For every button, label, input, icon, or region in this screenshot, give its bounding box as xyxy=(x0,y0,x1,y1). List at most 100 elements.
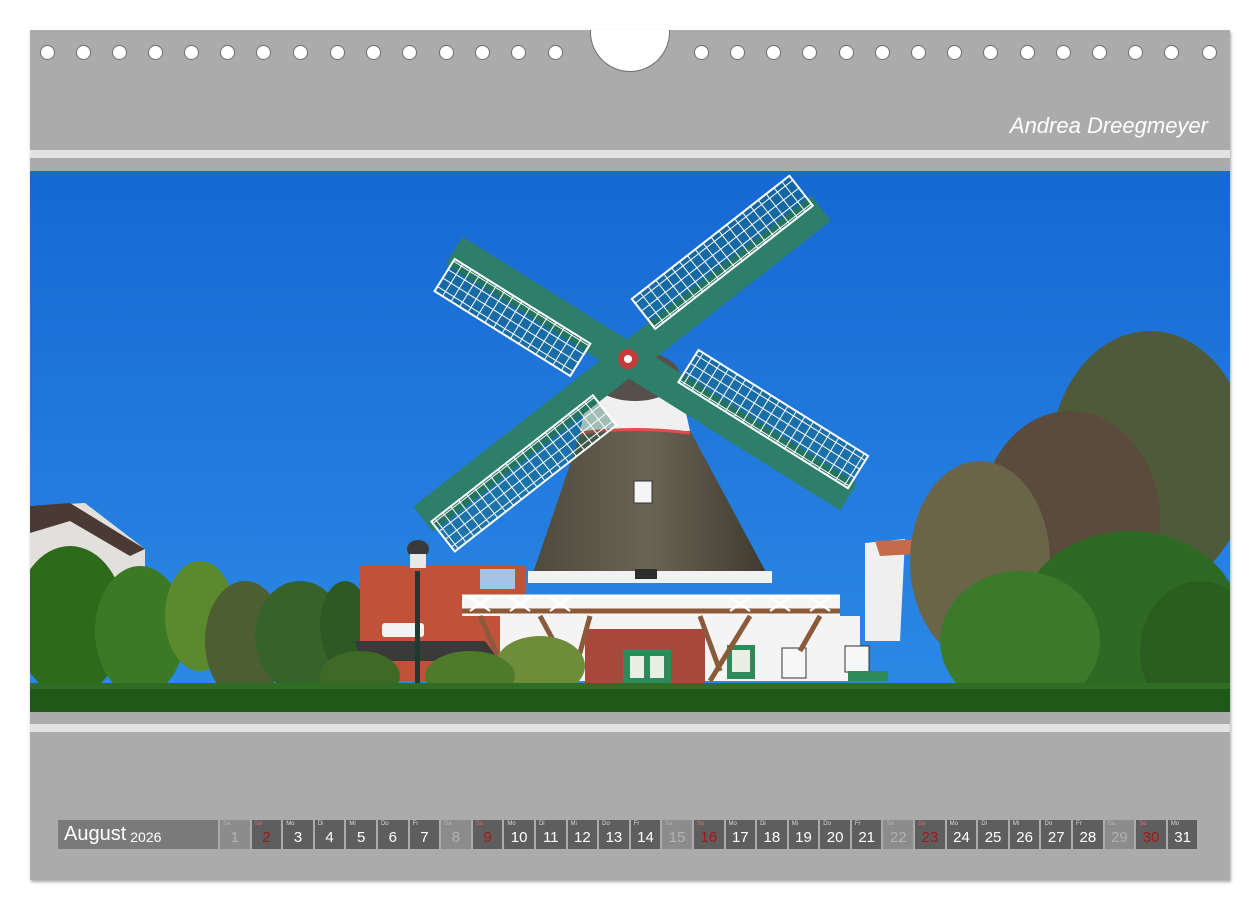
weekday-label: So xyxy=(254,821,262,827)
calendar-day: Mi 19 xyxy=(788,820,819,849)
binding-hole xyxy=(1128,45,1143,60)
calendar-day: Mi 5 xyxy=(346,820,376,849)
binding-hole xyxy=(366,45,381,60)
calendar-day: Fr 14 xyxy=(630,820,661,849)
binding-hole xyxy=(1056,45,1071,60)
weekday-label: Sa xyxy=(665,821,673,827)
day-number: 4 xyxy=(325,829,334,846)
calendar-day: Do 20 xyxy=(820,820,850,849)
weekday-label: Mi xyxy=(570,821,577,827)
binding-hole xyxy=(220,45,235,60)
binding-hole xyxy=(256,45,271,60)
weekday-label: Sa xyxy=(886,821,894,827)
weekday-label: Mi xyxy=(791,821,799,827)
day-number: 27 xyxy=(1047,829,1065,846)
day-cells: Sa 1 So 2 Mo 3 Di 4 Mi 5 Do 6 Fr 7 Sa 8 So 9 Mo 10 Di 11 Mi 12 D… xyxy=(220,820,1199,849)
day-number: 25 xyxy=(984,829,1002,846)
day-number: 21 xyxy=(858,829,876,846)
day-number: 7 xyxy=(420,829,429,846)
weekday-label: Do xyxy=(1044,821,1053,827)
weekday-label: Fr xyxy=(633,821,640,827)
day-number: 11 xyxy=(542,829,559,846)
weekday-label: Fr xyxy=(412,821,419,827)
binding-hole xyxy=(730,45,745,60)
weekday-label: Di xyxy=(538,821,545,827)
day-number: 3 xyxy=(293,829,303,846)
binding-hole xyxy=(76,45,91,60)
weekday-label: So xyxy=(1139,821,1147,827)
day-number: 20 xyxy=(826,829,844,846)
day-number: 22 xyxy=(889,829,907,846)
binding-hole xyxy=(439,45,454,60)
weekday-label: Do xyxy=(823,821,831,827)
binding-hole xyxy=(1092,45,1107,60)
binding-hole xyxy=(839,45,854,60)
calendar-day: So 30 xyxy=(1136,820,1166,849)
month-label-box: August 2026 xyxy=(58,820,218,849)
calendar-day: Fr 21 xyxy=(851,820,882,849)
day-number: 28 xyxy=(1079,829,1097,846)
day-number: 2 xyxy=(262,829,271,846)
calendar-day: Mo 24 xyxy=(946,820,977,849)
weekday-label: Mo xyxy=(949,821,958,827)
weekday-label: Mo xyxy=(286,821,295,827)
calendar-day: Sa 22 xyxy=(883,820,914,849)
weekday-label: Fr xyxy=(854,821,861,827)
day-number: 9 xyxy=(483,829,492,846)
calendar-day: Mi 12 xyxy=(567,820,598,849)
windmill-photo xyxy=(30,171,1230,712)
weekday-label: Do xyxy=(602,821,610,827)
weekday-label: Di xyxy=(981,821,987,827)
top-divider-band xyxy=(30,150,1230,158)
calendar-day: Fr 28 xyxy=(1073,820,1103,849)
calendar-day: So 23 xyxy=(915,820,945,849)
calendar-day: Sa 29 xyxy=(1104,820,1135,849)
weekday-label: Do xyxy=(380,821,389,827)
day-number: 10 xyxy=(510,829,528,846)
binding-hole xyxy=(293,45,308,60)
binding-hole xyxy=(911,45,926,60)
calendar-strip: August 2026 Sa 1 So 2 Mo 3 Di 4 Mi 5 Do 6 Fr 7 Sa 8 So 9 M… xyxy=(58,820,1199,849)
day-number: 24 xyxy=(953,829,970,846)
day-number: 18 xyxy=(763,829,781,846)
calendar-day: So 9 xyxy=(472,820,503,849)
day-number: 29 xyxy=(1111,829,1128,846)
calendar-day: Mo 3 xyxy=(283,820,313,849)
day-number: 26 xyxy=(1016,829,1033,846)
weekday-label: Fr xyxy=(1076,821,1082,827)
month-year: 2026 xyxy=(130,828,162,845)
binding-hole xyxy=(766,45,781,60)
binding-hole xyxy=(802,45,817,60)
calendar-day: Di 25 xyxy=(978,820,1008,849)
day-number: 5 xyxy=(357,829,366,846)
day-number: 19 xyxy=(795,829,812,846)
calendar-day: Mo 17 xyxy=(725,820,756,849)
calendar-day: Di 4 xyxy=(314,820,345,849)
day-number: 13 xyxy=(605,829,623,846)
binding-hole xyxy=(184,45,199,60)
calendar-day: Di 11 xyxy=(535,820,566,849)
calendar-day: Di 18 xyxy=(757,820,787,849)
binding-hole xyxy=(40,45,55,60)
weekday-label: So xyxy=(475,821,484,827)
binding-hole xyxy=(875,45,890,60)
weekday-label: Di xyxy=(760,821,766,827)
binding-hole xyxy=(112,45,127,60)
calendar-day: Mo 10 xyxy=(504,820,534,849)
bottom-divider-band xyxy=(30,724,1230,732)
binding-hole xyxy=(1164,45,1179,60)
calendar-day: Do 13 xyxy=(599,820,629,849)
weekday-label: Sa xyxy=(1107,821,1115,827)
binding-hole xyxy=(694,45,709,60)
month-name: August xyxy=(64,823,127,845)
weekday-label: Sa xyxy=(444,821,452,827)
binding-hole xyxy=(1020,45,1035,60)
weekday-label: Mo xyxy=(507,821,516,827)
weekday-label: Mi xyxy=(1012,821,1020,827)
day-number: 1 xyxy=(230,829,239,846)
weekday-label: Mo xyxy=(1170,821,1180,827)
day-number: 16 xyxy=(700,829,718,846)
calendar-day: Do 6 xyxy=(377,820,408,849)
weekday-label: Di xyxy=(317,821,324,827)
calendar-day: So 16 xyxy=(693,820,724,849)
